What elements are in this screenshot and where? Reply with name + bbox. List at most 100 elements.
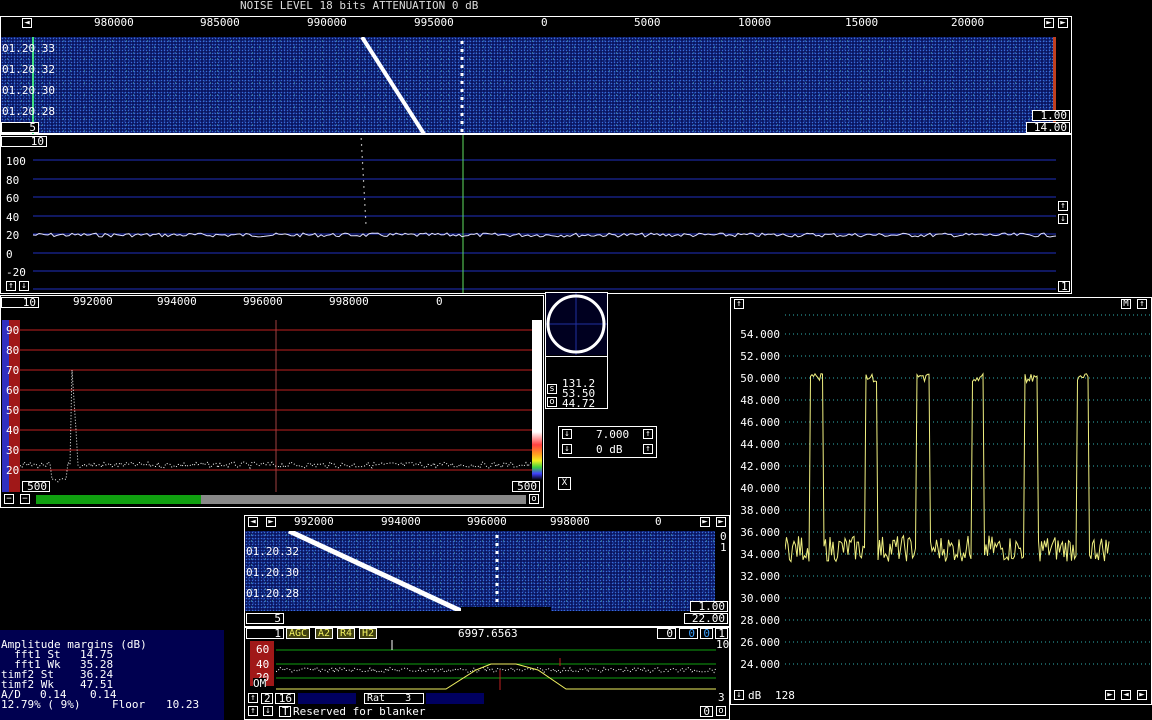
bb-wf-right2-button[interactable]: ► (700, 517, 710, 527)
blanker-t-box[interactable]: T (279, 706, 291, 717)
meter-plot[interactable] (785, 300, 1151, 690)
spectrum-up-button[interactable]: ↑ (1058, 201, 1068, 211)
blanker-o-button[interactable]: o (716, 706, 726, 716)
bb-freq-label: 998000 (550, 515, 590, 528)
db-down-button[interactable]: ↓ (562, 444, 572, 454)
bb-down2-button[interactable]: ↓ (263, 706, 273, 716)
meter-y-label: 28.000 (740, 614, 780, 627)
bb-wf-left-button[interactable]: ◄ (248, 517, 258, 527)
baseband-plot[interactable] (276, 640, 716, 690)
rat-label: Rat (367, 693, 386, 704)
time-label: 01.20.32 (2, 63, 55, 76)
meter-y-label: 42.000 (740, 460, 780, 473)
bb-avg-box[interactable]: 5 (246, 613, 284, 624)
spectrum-up-left-button[interactable]: ↑ (6, 281, 16, 291)
meter-y-label: 54.000 (740, 328, 780, 341)
bb-time-label: 01.20.30 (246, 566, 299, 579)
freq-label: 10000 (738, 16, 772, 29)
meter-down-button[interactable]: ↓ (734, 690, 744, 700)
a2-tag[interactable]: A2 (315, 628, 334, 639)
wide-spectrum-plot[interactable] (1, 135, 1071, 293)
db-value: 0 dB (596, 443, 623, 456)
bb-scale-right-low: 3 (718, 691, 725, 704)
meter-y-label: 32.000 (740, 570, 780, 583)
bb-zero-box[interactable]: 22.00 (684, 613, 728, 624)
bb-right-box[interactable]: 0 (679, 628, 698, 639)
meter-y-label: 30.000 (740, 592, 780, 605)
hires-avg-box[interactable]: 10 (1, 297, 39, 308)
meter-db-label: dB (748, 689, 762, 702)
bb-gain-box[interactable]: 1.00 (690, 601, 728, 612)
meter-y-label: 50.000 (740, 372, 780, 385)
phase-scope[interactable] (546, 293, 607, 355)
hires-minus-button[interactable]: − (4, 494, 14, 504)
bb-freq-label: 0 (655, 515, 662, 528)
scroll-left-button[interactable]: ◄ (22, 18, 32, 28)
bb-mode-blank[interactable] (298, 693, 356, 704)
meter-y-label: 26.000 (740, 636, 780, 649)
hires-freq-label: 0 (436, 295, 443, 308)
scroll-right-end-button[interactable]: ► (1058, 18, 1068, 28)
bb-bw-box[interactable]: 1 (246, 628, 284, 639)
hires-freq-label: 996000 (243, 295, 283, 308)
spectrum-down-left-button[interactable]: ↓ (19, 281, 29, 291)
h2-tag[interactable]: H2 (359, 628, 378, 639)
spectrum-down-button[interactable]: ↓ (1058, 214, 1068, 224)
meter-right2-button[interactable]: ► (1137, 690, 1147, 700)
scroll-right-button[interactable]: ► (1044, 18, 1054, 28)
bb-right-box[interactable]: 0 (700, 628, 713, 639)
hires-color-scale (532, 320, 542, 480)
wide-zero-box[interactable]: 14.00 (1026, 122, 1070, 133)
wide-waterfall-overlay (32, 37, 464, 134)
bb-freq-readout: 6997.6563 (458, 627, 518, 640)
coherent-s-button[interactable]: s (547, 384, 557, 394)
bb-right-box[interactable]: 0 (657, 628, 676, 639)
hires-spectrum-plot[interactable] (20, 320, 532, 492)
bb-mode-blank-2[interactable] (426, 693, 484, 704)
freq-down-button[interactable]: ↓ (562, 429, 572, 439)
bb-row2-box[interactable]: 2 (261, 693, 273, 704)
hires-y-label: 40 (6, 424, 20, 437)
coherent-o-button[interactable]: o (547, 397, 557, 407)
bb-wf-right3-button[interactable]: ► (716, 517, 726, 527)
hires-o-button[interactable]: o (529, 494, 539, 504)
meter-y-label: 40.000 (740, 482, 780, 495)
hires-minus2-button[interactable]: − (20, 494, 30, 504)
freq-label: 995000 (414, 16, 454, 29)
status-text: NOISE LEVEL 18 bits ATTENUATION 0 dB (240, 0, 479, 12)
wide-spectrum-right-box[interactable]: 1 (1058, 281, 1070, 292)
bb-up-button[interactable]: ↑ (248, 693, 258, 703)
bb-wf-right-button[interactable]: ► (266, 517, 276, 527)
bb-time-label: 01.20.28 (246, 587, 299, 600)
cpu-load: 12.79% ( 9%) (1, 698, 81, 711)
db-up-button[interactable]: ↑ (643, 444, 653, 454)
meter-left-button[interactable]: ◄ (1121, 690, 1131, 700)
freq-up-button[interactable]: ↑ (643, 429, 653, 439)
hires-right-box[interactable]: 500 (512, 481, 540, 492)
meter-y-label: 46.000 (740, 416, 780, 429)
wide-gain-box[interactable]: 1.00 (1032, 110, 1070, 121)
blanker-right-box[interactable]: 0 (700, 706, 713, 717)
bb-om-label: OM (253, 677, 267, 690)
meter-y-label: 48.000 (740, 394, 780, 407)
meter-y-label: 52.000 (740, 350, 780, 363)
blanker-text: Reserved for blanker (293, 705, 426, 718)
meter-up-button[interactable]: ↑ (734, 299, 744, 309)
coherent-divider (546, 356, 607, 357)
rat-value: 3 (405, 693, 412, 704)
bb-row2-box[interactable]: 16 (275, 693, 295, 704)
freq-label: 980000 (94, 16, 134, 29)
r4-tag[interactable]: R4 (337, 628, 356, 639)
agc-tag[interactable]: AGC (286, 628, 311, 639)
meter-right-button[interactable]: ► (1105, 690, 1115, 700)
meter-y-label: 44.000 (740, 438, 780, 451)
close-button[interactable]: X (558, 477, 571, 490)
hires-y-label: 50 (6, 404, 20, 417)
wide-avg-box[interactable]: 5 (1, 122, 39, 133)
hires-left-box[interactable]: 500 (22, 481, 50, 492)
bb-up2-button[interactable]: ↑ (248, 706, 258, 716)
rat-box[interactable]: Rat 3 (364, 693, 424, 704)
hires-level-bar[interactable] (36, 495, 201, 504)
bb-scale-right: 10 (716, 638, 730, 651)
meter-y-label: 34.000 (740, 548, 780, 561)
